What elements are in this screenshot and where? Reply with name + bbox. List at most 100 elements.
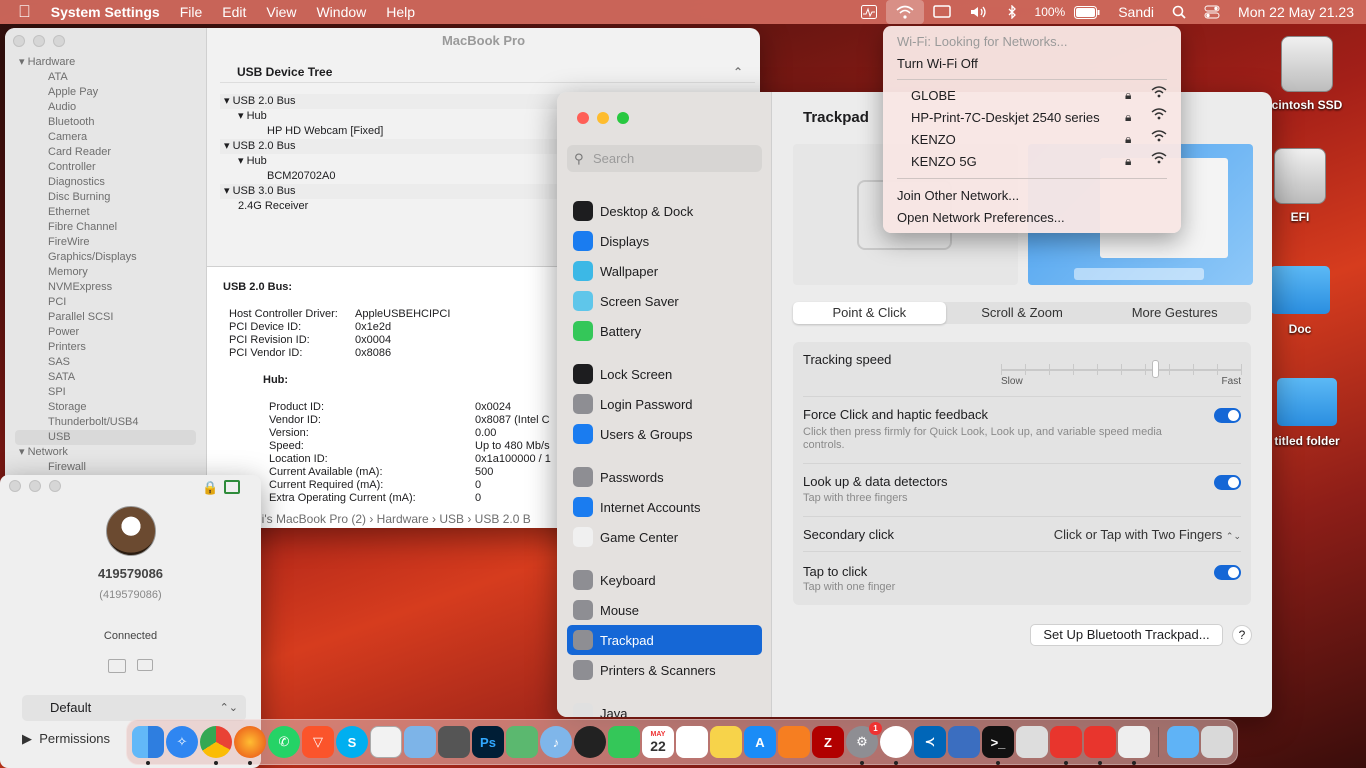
minimize-button[interactable] bbox=[29, 480, 41, 492]
menu-window[interactable]: Window bbox=[306, 4, 376, 20]
sidebar-item-login-password[interactable]: Login Password bbox=[567, 389, 762, 419]
volume-icon[interactable] bbox=[960, 0, 998, 24]
menu-edit[interactable]: Edit bbox=[212, 4, 256, 20]
desktop-disk-macintosh-ssd[interactable]: cintosh SSD bbox=[1262, 36, 1352, 112]
whatsapp-icon[interactable]: ✆ bbox=[268, 726, 300, 758]
sidebar-item[interactable]: Apple Pay bbox=[5, 85, 206, 100]
textedit-icon[interactable] bbox=[370, 726, 402, 758]
user-name[interactable]: Sandi bbox=[1109, 0, 1163, 24]
finder-icon[interactable] bbox=[132, 726, 164, 765]
android-file-transfer-icon[interactable] bbox=[506, 726, 538, 758]
open-network-preferences-item[interactable]: Open Network Preferences... bbox=[897, 210, 1065, 225]
sidebar-item-trackpad[interactable]: Trackpad bbox=[567, 625, 762, 655]
zoom-button[interactable] bbox=[49, 480, 61, 492]
sidebar-item[interactable]: Camera bbox=[5, 130, 206, 145]
wifi-network-item[interactable]: HP-Print-7C-Deskjet 2540 series bbox=[911, 110, 1100, 125]
file-transfer-icon[interactable] bbox=[108, 659, 126, 673]
lookup-toggle[interactable] bbox=[1214, 475, 1241, 490]
minimize-button[interactable] bbox=[597, 112, 609, 124]
disclosure-icon[interactable]: ▾ bbox=[238, 110, 247, 122]
tree-node[interactable]: HP HD Webcam [Fixed] bbox=[220, 124, 560, 139]
desktop-folder-untitled[interactable]: titled folder bbox=[1262, 378, 1352, 448]
tree-node[interactable]: BCM20702A0 bbox=[220, 169, 560, 184]
sidebar-item-screen-saver[interactable]: Screen Saver bbox=[567, 286, 762, 316]
sidebar-item-wallpaper[interactable]: Wallpaper bbox=[567, 256, 762, 286]
calendar-icon[interactable]: MAY 22 bbox=[642, 726, 674, 758]
reminders-icon[interactable] bbox=[676, 726, 708, 758]
sidebar-item[interactable]: Controller bbox=[5, 160, 206, 175]
wifi-network-item[interactable]: KENZO 5G bbox=[911, 154, 977, 169]
lock-icon[interactable]: 🔒 bbox=[202, 480, 218, 496]
sidebar-item[interactable]: Storage bbox=[5, 400, 206, 415]
join-other-network-item[interactable]: Join Other Network... bbox=[897, 188, 1019, 203]
anydesk-alt-icon[interactable] bbox=[1084, 726, 1116, 765]
sidebar-item[interactable]: SPI bbox=[5, 385, 206, 400]
battery-icon[interactable] bbox=[1074, 0, 1109, 24]
wifi-network-item[interactable]: KENZO bbox=[911, 132, 956, 147]
sidebar-item[interactable]: NVMExpress bbox=[5, 280, 206, 295]
close-button[interactable] bbox=[13, 35, 25, 47]
vscode-icon[interactable]: ≺ bbox=[914, 726, 946, 758]
sidebar-section-network[interactable]: ▾ Network bbox=[5, 445, 206, 460]
disclosure-icon[interactable]: ▾ bbox=[224, 95, 233, 107]
menu-view[interactable]: View bbox=[256, 4, 306, 20]
notes-icon[interactable] bbox=[710, 726, 742, 758]
sidebar-item-game-center[interactable]: Game Center bbox=[567, 522, 762, 552]
sidebar-item-battery[interactable]: Battery bbox=[567, 316, 762, 346]
chevron-up-icon[interactable]: ⌃ bbox=[733, 61, 743, 83]
sidebar-item[interactable]: Audio bbox=[5, 100, 206, 115]
screen-share-icon[interactable] bbox=[224, 480, 240, 494]
disclosure-icon[interactable]: ▾ bbox=[224, 185, 233, 197]
setup-bluetooth-trackpad-button[interactable]: Set Up Bluetooth Trackpad... bbox=[1030, 624, 1223, 646]
sidebar-item-desktop-dock[interactable]: Desktop & Dock bbox=[567, 196, 762, 226]
gimp-icon[interactable] bbox=[438, 726, 470, 758]
sidebar-item[interactable]: Fibre Channel bbox=[5, 220, 206, 235]
terminal-icon[interactable]: >_ bbox=[982, 726, 1014, 765]
disk-utility-icon[interactable] bbox=[574, 726, 606, 758]
sidebar-item[interactable]: Ethernet bbox=[5, 205, 206, 220]
sidebar-item[interactable]: Thunderbolt/USB4 bbox=[5, 415, 206, 430]
sidebar-item[interactable]: Card Reader bbox=[5, 145, 206, 160]
zoom-button[interactable] bbox=[617, 112, 629, 124]
sidebar-item-internet-accounts[interactable]: Internet Accounts bbox=[567, 492, 762, 522]
wifi-network-item[interactable]: GLOBE bbox=[911, 88, 956, 103]
sidebar-item[interactable]: Diagnostics bbox=[5, 175, 206, 190]
sidebar-item[interactable]: SAS bbox=[5, 355, 206, 370]
minimize-button[interactable] bbox=[33, 35, 45, 47]
control-center-icon[interactable] bbox=[1195, 0, 1229, 24]
search-input[interactable]: ⚲ Search bbox=[567, 145, 762, 172]
menu-app-name[interactable]: System Settings bbox=[41, 4, 170, 20]
sidebar-item[interactable]: Disc Burning bbox=[5, 190, 206, 205]
sidebar-item-displays[interactable]: Displays bbox=[567, 226, 762, 256]
sidebar-item[interactable]: Bluetooth bbox=[5, 115, 206, 130]
close-button[interactable] bbox=[577, 112, 589, 124]
close-button[interactable] bbox=[9, 480, 21, 492]
xcode-icon[interactable] bbox=[948, 726, 980, 758]
app-store-icon[interactable]: A bbox=[744, 726, 776, 758]
anydesk-red-icon[interactable] bbox=[1050, 726, 1082, 765]
tracking-speed-slider[interactable] bbox=[1001, 360, 1242, 382]
sidebar-section-hardware[interactable]: ▾ Hardware bbox=[5, 55, 206, 70]
sidebar-item-mouse[interactable]: Mouse bbox=[567, 595, 762, 625]
chrome-icon[interactable] bbox=[200, 726, 232, 765]
disclosure-icon[interactable]: ▾ bbox=[224, 140, 233, 152]
sidebar-item-passwords[interactable]: Passwords bbox=[567, 462, 762, 492]
tree-node[interactable]: ▾ USB 2.0 Bus bbox=[220, 139, 560, 154]
brave-icon[interactable]: ▽ bbox=[302, 726, 334, 758]
force-click-toggle[interactable] bbox=[1214, 408, 1241, 423]
disclosure-icon[interactable]: ▾ bbox=[238, 155, 247, 167]
profile-select[interactable]: Default ⌃⌄ bbox=[22, 695, 246, 721]
sidebar-item[interactable]: ATA bbox=[5, 70, 206, 85]
printer-icon[interactable] bbox=[1118, 726, 1150, 765]
sidebar-item-printers-scanners[interactable]: Printers & Scanners bbox=[567, 655, 762, 685]
anydesk-icon[interactable] bbox=[880, 726, 912, 765]
display-icon[interactable] bbox=[924, 0, 960, 24]
tree-node[interactable]: ▾ Hub bbox=[220, 154, 560, 169]
zoom-button[interactable] bbox=[53, 35, 65, 47]
sidebar-item-java[interactable]: Java bbox=[567, 698, 762, 717]
sidebar-item[interactable]: Power bbox=[5, 325, 206, 340]
maps-icon[interactable] bbox=[404, 726, 436, 758]
music-icon[interactable]: ♪ bbox=[540, 726, 572, 758]
sidebar-item[interactable]: Printers bbox=[5, 340, 206, 355]
system-settings-icon[interactable]: ⚙ 1 bbox=[846, 722, 882, 765]
